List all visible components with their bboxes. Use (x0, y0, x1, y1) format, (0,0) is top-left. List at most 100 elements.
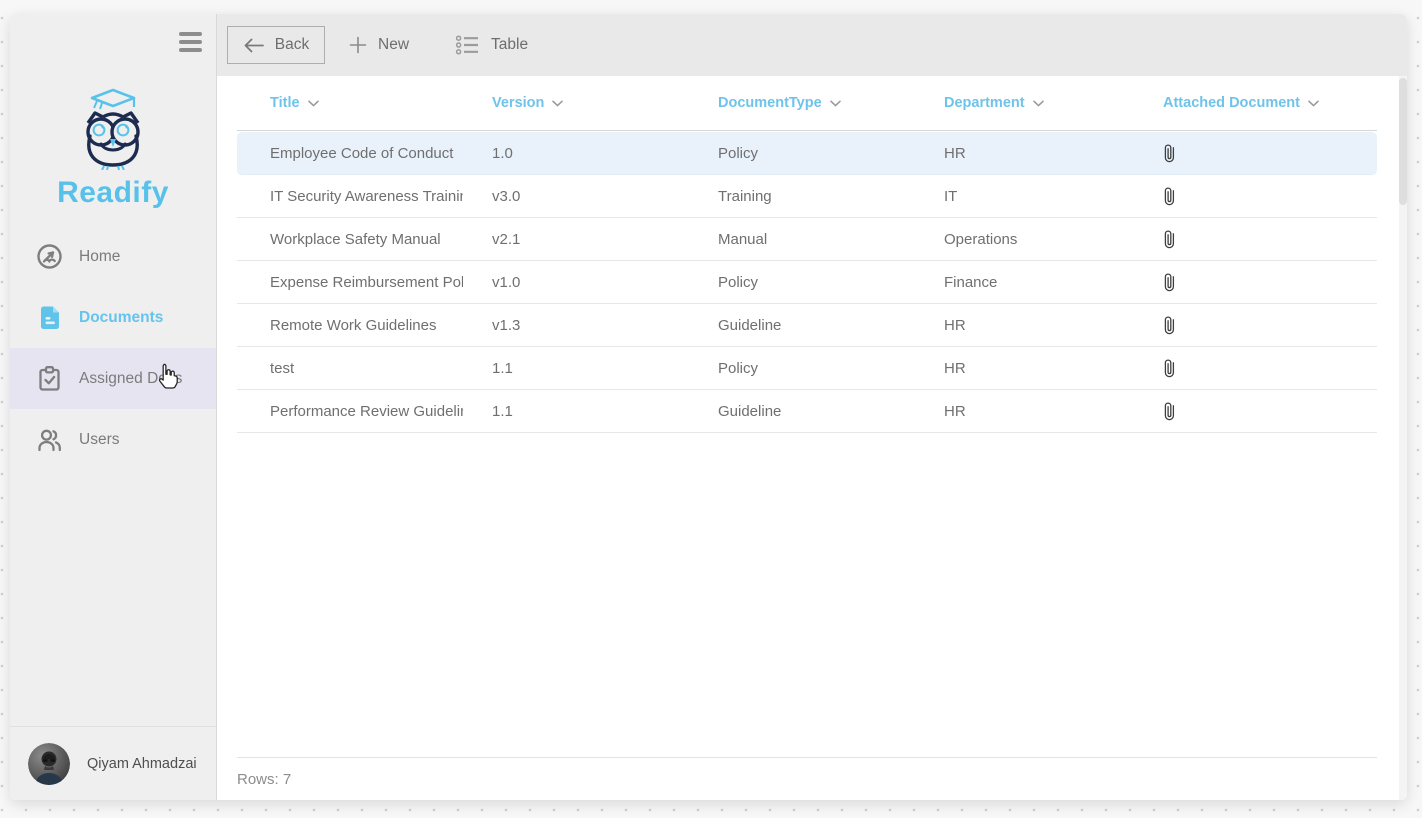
cell-department: HR (915, 145, 1134, 162)
cell-version: v1.3 (463, 317, 689, 334)
back-button[interactable]: Back (227, 26, 325, 64)
cell-version: v1.0 (463, 274, 689, 291)
scrollbar-thumb[interactable] (1399, 78, 1407, 205)
chevron-down-icon (552, 100, 563, 107)
table-row[interactable]: Workplace Safety Manual v2.1 Manual Oper… (237, 218, 1377, 261)
cell-title: IT Security Awareness Training (237, 188, 463, 205)
chevron-down-icon (830, 100, 841, 107)
gauge-icon (35, 243, 63, 271)
cell-attachment (1134, 143, 1377, 163)
avatar (28, 743, 70, 785)
sidebar-item-label: Users (79, 431, 119, 449)
cell-version: v3.0 (463, 188, 689, 205)
paperclip-icon[interactable] (1163, 143, 1176, 163)
sidebar-item-documents[interactable]: Documents (10, 287, 216, 348)
cell-document-type: Policy (689, 360, 915, 377)
app-title: Readify (10, 176, 216, 210)
new-button[interactable]: New (349, 36, 409, 54)
sidebar-item-users[interactable]: Users (10, 409, 216, 470)
table-row[interactable]: IT Security Awareness Training v3.0 Trai… (237, 175, 1377, 218)
cell-version: 1.0 (463, 145, 689, 162)
cell-attachment (1134, 272, 1377, 292)
table-row[interactable]: Remote Work Guidelines v1.3 Guideline HR (237, 304, 1377, 347)
column-header-department[interactable]: Department (915, 95, 1134, 111)
cell-attachment (1134, 401, 1377, 421)
sidebar-item-assigned-docs[interactable]: Assigned Docs (10, 348, 216, 409)
column-header-document-type[interactable]: DocumentType (689, 95, 915, 111)
documents-table: Title Version DocumentType Department (217, 76, 1407, 800)
table-row[interactable]: test 1.1 Policy HR (237, 347, 1377, 390)
column-header-attached-document[interactable]: Attached Document (1134, 95, 1377, 111)
sidebar-item-label: Assigned Docs (79, 370, 182, 388)
table-header-row: Title Version DocumentType Department (237, 76, 1377, 131)
cell-attachment (1134, 229, 1377, 249)
hamburger-menu-icon[interactable] (179, 31, 203, 53)
cell-department: HR (915, 317, 1134, 334)
paperclip-icon[interactable] (1163, 315, 1176, 335)
cell-title: Remote Work Guidelines (237, 317, 463, 334)
back-label: Back (275, 36, 309, 54)
scrollbar[interactable] (1399, 76, 1407, 800)
sidebar-nav: Home Documents (10, 226, 216, 470)
column-header-title[interactable]: Title (237, 95, 463, 111)
sidebar-item-home[interactable]: Home (10, 226, 216, 287)
cell-title: Employee Code of Conduct (237, 145, 463, 162)
cell-document-type: Training (689, 188, 915, 205)
cell-title: Performance Review Guidelin... (237, 403, 463, 420)
cell-version: 1.1 (463, 360, 689, 377)
new-label: New (378, 36, 409, 54)
chevron-down-icon (308, 100, 319, 107)
cell-attachment (1134, 315, 1377, 335)
list-icon (455, 35, 480, 55)
paperclip-icon[interactable] (1163, 229, 1176, 249)
table-body: Employee Code of Conduct 1.0 Policy HR I… (237, 132, 1377, 433)
cell-department: Operations (915, 231, 1134, 248)
desktop-background: Readify Home (0, 0, 1422, 818)
arrow-left-icon (243, 37, 264, 54)
plus-icon (349, 36, 367, 54)
user-profile[interactable]: Qiyam Ahmadzai (10, 726, 216, 800)
cell-attachment (1134, 186, 1377, 206)
cell-department: Finance (915, 274, 1134, 291)
table-row[interactable]: Employee Code of Conduct 1.0 Policy HR (237, 132, 1377, 175)
clipboard-check-icon (35, 365, 63, 393)
cell-document-type: Guideline (689, 403, 915, 420)
user-name: Qiyam Ahmadzai (87, 756, 197, 772)
cell-department: HR (915, 360, 1134, 377)
cell-version: v2.1 (463, 231, 689, 248)
cell-department: IT (915, 188, 1134, 205)
main-content: Back New Table (217, 14, 1407, 800)
toolbar: Back New Table (217, 14, 1407, 76)
app-window: Readify Home (10, 14, 1407, 800)
paperclip-icon[interactable] (1163, 272, 1176, 292)
document-icon (35, 304, 63, 332)
app-logo: Readify (10, 86, 216, 210)
paperclip-icon[interactable] (1163, 186, 1176, 206)
table-row[interactable]: Performance Review Guidelin... 1.1 Guide… (237, 390, 1377, 433)
sidebar: Readify Home (10, 14, 217, 800)
cell-document-type: Policy (689, 145, 915, 162)
cell-title: test (237, 360, 463, 377)
cell-department: HR (915, 403, 1134, 420)
row-count: Rows: 7 (237, 771, 291, 788)
users-icon (35, 426, 63, 454)
sidebar-item-label: Home (79, 248, 120, 266)
cell-document-type: Policy (689, 274, 915, 291)
table-view-button[interactable]: Table (455, 35, 528, 55)
cell-document-type: Manual (689, 231, 915, 248)
cell-title: Workplace Safety Manual (237, 231, 463, 248)
cell-title: Expense Reimbursement Poli... (237, 274, 463, 291)
cell-attachment (1134, 358, 1377, 378)
paperclip-icon[interactable] (1163, 401, 1176, 421)
cell-document-type: Guideline (689, 317, 915, 334)
table-footer: Rows: 7 (237, 757, 1377, 800)
table-label: Table (491, 36, 528, 54)
cell-version: 1.1 (463, 403, 689, 420)
column-header-version[interactable]: Version (463, 95, 689, 111)
owl-logo-icon (70, 86, 156, 170)
chevron-down-icon (1033, 100, 1044, 107)
table-row[interactable]: Expense Reimbursement Poli... v1.0 Polic… (237, 261, 1377, 304)
paperclip-icon[interactable] (1163, 358, 1176, 378)
chevron-down-icon (1308, 100, 1319, 107)
sidebar-item-label: Documents (79, 309, 163, 327)
